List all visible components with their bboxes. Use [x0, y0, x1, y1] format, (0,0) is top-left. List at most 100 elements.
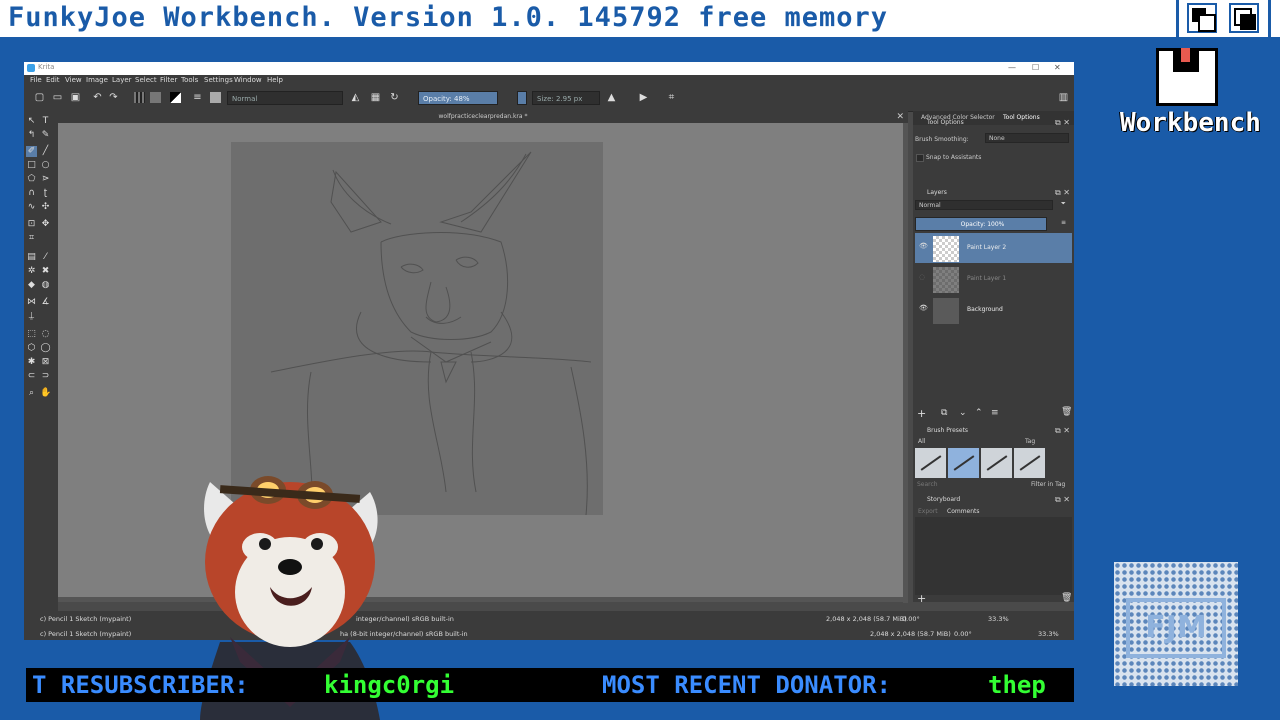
brush-preset-item[interactable]	[948, 448, 979, 478]
calligraphy-tool-icon[interactable]: ✎	[40, 130, 51, 141]
reference-tool-icon[interactable]: ⍊	[26, 311, 37, 322]
measure-tool-icon[interactable]: ∡	[40, 297, 51, 308]
rect-select-tool-icon[interactable]: ⬚	[26, 329, 37, 340]
layer-row[interactable]: 👁 Paint Layer 2	[915, 233, 1072, 263]
wrap-around-icon[interactable]: ⌗	[666, 92, 677, 103]
colorize-mask-tool-icon[interactable]: ✲	[26, 266, 37, 277]
depth-front-gadget-icon[interactable]	[1229, 3, 1259, 33]
storyboard-view[interactable]	[915, 517, 1072, 595]
zoom-tool-icon[interactable]: ⌕	[26, 388, 37, 399]
brush-presets-close-icon[interactable]: ⧉ ✕	[1055, 425, 1070, 437]
drawing-canvas[interactable]	[231, 142, 603, 516]
layer-blend-mode-select[interactable]: Normal	[915, 200, 1053, 210]
delete-storyboard-item-icon[interactable]: 🗑	[1061, 593, 1072, 603]
brush-preset-item[interactable]	[981, 448, 1012, 478]
contiguous-select-tool-icon[interactable]: ✱	[26, 357, 37, 368]
horizontal-scrollbar[interactable]	[58, 597, 908, 602]
layer-row[interactable]: 👁 Background	[915, 295, 1072, 325]
layer-row[interactable]: ◌ Paint Layer 1	[915, 264, 1072, 294]
bezier-tool-icon[interactable]: ∩	[26, 188, 37, 199]
open-folder-icon[interactable]: ▭	[52, 92, 63, 103]
bezier-select-tool-icon[interactable]: ⊂	[26, 371, 37, 382]
brush-smoothing-select[interactable]: None	[985, 133, 1069, 143]
layers-close-icon[interactable]: ⧉ ✕	[1055, 187, 1070, 199]
menu-file[interactable]: File	[30, 76, 42, 84]
opacity-slider[interactable]: Opacity: 48%	[418, 91, 498, 105]
disk-label[interactable]: Workbench	[1120, 108, 1261, 138]
text-tool-icon[interactable]: T	[40, 116, 51, 127]
move-tool-icon[interactable]: ✥	[40, 219, 51, 230]
mirror-horizontal-icon[interactable]: ▲	[606, 92, 617, 103]
zoom-status[interactable]: 33.3%	[1038, 630, 1059, 638]
menu-window[interactable]: Window	[234, 76, 262, 84]
menu-select[interactable]: Select	[135, 76, 157, 84]
enclose-fill-tool-icon[interactable]: ◍	[40, 280, 51, 291]
reload-preset-icon[interactable]: ↻	[389, 92, 400, 103]
brush-search-input[interactable]: Search	[917, 481, 938, 488]
select-shapes-tool-icon[interactable]: ↖	[26, 116, 37, 127]
close-icon[interactable]: ✕	[1054, 63, 1061, 72]
docker-close-icon[interactable]: ⧉ ✕	[1055, 117, 1070, 129]
polygon-select-tool-icon[interactable]: ⬡	[26, 343, 37, 354]
close-document-icon[interactable]: ✕	[896, 111, 904, 123]
ellipse-tool-icon[interactable]: ○	[40, 160, 51, 171]
canvas-area[interactable]: wolfpracticeclearpredan.kra * ✕	[58, 111, 908, 603]
delete-layer-icon[interactable]: 🗑	[1061, 407, 1072, 417]
document-tab[interactable]: wolfpracticeclearpredan.kra * ✕	[58, 111, 908, 123]
assistant-tool-icon[interactable]: ⋈	[26, 297, 37, 308]
menu-image[interactable]: Image	[86, 76, 108, 84]
brush-filter-select[interactable]: All	[915, 437, 1021, 447]
similar-select-tool-icon[interactable]: ⊠	[40, 357, 51, 368]
menu-edit[interactable]: Edit	[46, 76, 60, 84]
alpha-lock-icon[interactable]: ▦	[370, 92, 381, 103]
move-layer-down-icon[interactable]: ⌄	[959, 408, 967, 418]
dynamic-brush-tool-icon[interactable]: ∿	[26, 202, 37, 213]
save-icon[interactable]: ▣	[70, 92, 81, 103]
crop-tool-icon[interactable]: ⌗	[26, 233, 37, 244]
freehand-select-tool-icon[interactable]: ◯	[40, 343, 51, 354]
brush-preset-icon[interactable]	[210, 92, 221, 103]
fg-bg-color-icon[interactable]	[170, 92, 181, 103]
pattern-icon[interactable]	[150, 92, 161, 103]
workbench-disk-icon[interactable]	[1156, 48, 1218, 106]
storyboard-export-button[interactable]: Export	[918, 508, 938, 515]
menu-help[interactable]: Help	[267, 76, 283, 84]
menu-filter[interactable]: Filter	[160, 76, 177, 84]
filter-in-tag-checkbox[interactable]: Filter in Tag	[1031, 481, 1065, 488]
mirror-vertical-icon[interactable]: ▶	[638, 92, 649, 103]
multibrush-tool-icon[interactable]: ✣	[40, 202, 51, 213]
workspace-chooser-icon[interactable]: ▥	[1058, 92, 1069, 103]
fill-tool-icon[interactable]: ◆	[26, 280, 37, 291]
pan-tool-icon[interactable]: ✋	[40, 388, 51, 399]
zoom-status[interactable]: 33.3%	[988, 615, 1009, 623]
depth-back-gadget-icon[interactable]	[1187, 3, 1217, 33]
size-slider[interactable]: Size: 2.95 px	[532, 91, 600, 105]
visibility-hidden-icon[interactable]: ◌	[919, 273, 925, 281]
layer-properties-icon[interactable]: ≡	[991, 408, 999, 418]
transform-tool-icon[interactable]: ⊡	[26, 219, 37, 230]
brush-preset-item[interactable]	[915, 448, 946, 478]
blend-mode-select[interactable]: Normal	[227, 91, 343, 105]
brush-tag-select[interactable]: Tag	[1025, 438, 1035, 445]
visibility-eye-icon[interactable]: 👁	[919, 242, 928, 250]
menu-tools[interactable]: Tools	[181, 76, 198, 84]
menu-layer[interactable]: Layer	[112, 76, 132, 84]
move-layer-up-icon[interactable]: ⌃	[975, 408, 983, 418]
gradient-tool-icon[interactable]: ▤	[26, 252, 37, 263]
undo-icon[interactable]: ↶	[92, 92, 103, 103]
vertical-scrollbar[interactable]	[903, 123, 908, 603]
minimize-icon[interactable]: —	[1008, 63, 1016, 72]
storyboard-close-icon[interactable]: ⧉ ✕	[1055, 494, 1070, 506]
freehand-path-tool-icon[interactable]: ʈ	[40, 188, 51, 199]
smart-patch-tool-icon[interactable]: ✖	[40, 266, 51, 277]
maximize-icon[interactable]: ☐	[1032, 63, 1039, 72]
new-document-icon[interactable]: ▢	[34, 92, 45, 103]
edit-shapes-tool-icon[interactable]: ↰	[26, 130, 37, 141]
ellipse-select-tool-icon[interactable]: ◌	[40, 329, 51, 340]
magnetic-select-tool-icon[interactable]: ⊃	[40, 371, 51, 382]
eraser-icon[interactable]: ◭	[350, 92, 361, 103]
rectangle-tool-icon[interactable]: □	[26, 160, 37, 171]
storyboard-comments-button[interactable]: Comments	[947, 508, 980, 515]
menu-view[interactable]: View	[65, 76, 82, 84]
polyline-tool-icon[interactable]: ⋗	[40, 174, 51, 185]
